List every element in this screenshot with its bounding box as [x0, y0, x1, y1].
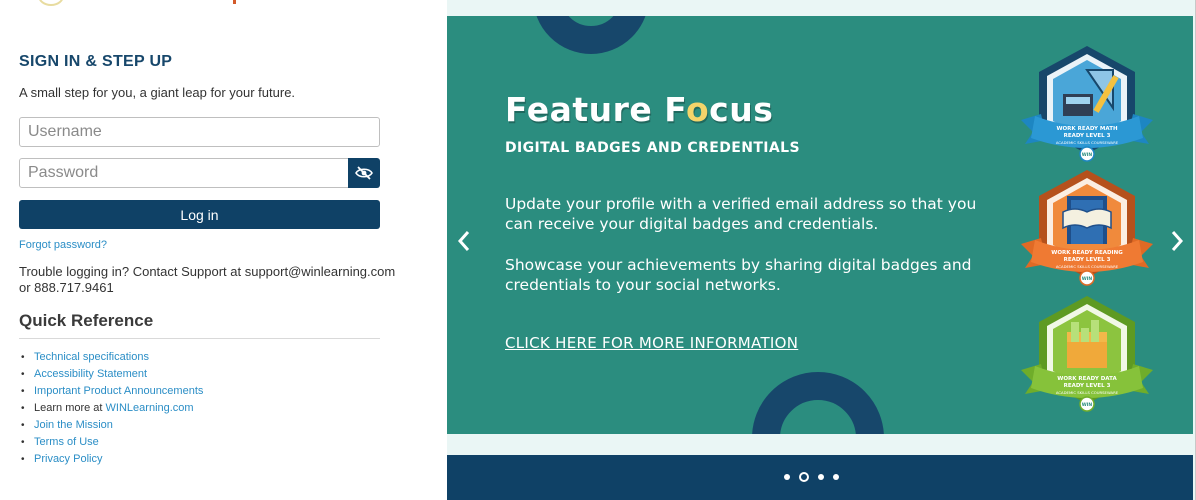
list-item: Important Product Announcements	[21, 383, 203, 400]
carousel-dot-4[interactable]	[833, 474, 839, 480]
svg-text:WIN: WIN	[1082, 402, 1093, 408]
logo-fragment	[38, 0, 64, 6]
carousel-slide: Feature Focus DIGITAL BADGES AND CREDENT…	[447, 16, 1193, 434]
show-password-button[interactable]	[348, 158, 380, 188]
logo-fragment-dot	[233, 0, 236, 4]
book-door-icon	[1062, 196, 1112, 244]
reading-badge: WORK READY READING READY LEVEL 3 ACADEMI…	[1021, 170, 1153, 286]
svg-text:WORK READY MATH: WORK READY MATH	[1056, 126, 1118, 132]
support-contact-text: Trouble logging in? Contact Support at s…	[19, 264, 396, 295]
sign-in-title: SIGN IN & STEP UP	[19, 53, 173, 70]
terms-of-use-link[interactable]: Terms of Use	[34, 436, 99, 448]
password-input[interactable]	[20, 159, 348, 187]
math-badge: WORK READY MATH READY LEVEL 3 ACADEMIC S…	[1021, 46, 1153, 162]
sign-in-panel: SIGN IN & STEP UP A small step for you, …	[0, 0, 447, 500]
list-item: Privacy Policy	[21, 451, 203, 468]
accessibility-statement-link[interactable]: Accessibility Statement	[34, 368, 147, 380]
quick-reference-list: Technical specifications Accessibility S…	[21, 349, 203, 468]
more-information-link[interactable]: CLICK HERE FOR MORE INFORMATION	[505, 334, 798, 352]
decorative-arc	[752, 372, 884, 434]
svg-text:ACADEMIC SKILLS COURSEWARE: ACADEMIC SKILLS COURSEWARE	[1056, 264, 1119, 269]
technical-specifications-link[interactable]: Technical specifications	[34, 351, 149, 363]
list-item: Terms of Use	[21, 434, 203, 451]
slide-paragraph: Showcase your achievements by sharing di…	[505, 256, 972, 294]
next-slide-button[interactable]	[1164, 226, 1190, 256]
product-announcements-link[interactable]: Important Product Announcements	[34, 385, 203, 397]
slide-subtitle: DIGITAL BADGES AND CREDENTIALS	[505, 140, 800, 156]
winlearning-link[interactable]: WINLearning.com	[106, 402, 194, 414]
svg-text:READY LEVEL 3: READY LEVEL 3	[1064, 133, 1111, 139]
list-item: Accessibility Statement	[21, 366, 203, 383]
privacy-policy-link[interactable]: Privacy Policy	[34, 453, 102, 465]
forgot-password-link[interactable]: Forgot password?	[19, 239, 107, 251]
slide-paragraph: Update your profile with a verified emai…	[505, 195, 977, 233]
list-item: Learn more at WINLearning.com	[21, 400, 203, 417]
username-input[interactable]	[20, 118, 379, 146]
feature-carousel: Feature Focus DIGITAL BADGES AND CREDENT…	[447, 0, 1195, 500]
previous-slide-button[interactable]	[451, 226, 477, 256]
carousel-dot-1[interactable]	[784, 474, 790, 480]
eye-slash-icon	[355, 166, 373, 180]
learn-more-text: Learn more at	[34, 402, 106, 414]
password-field[interactable]	[19, 158, 349, 188]
list-item: Technical specifications	[21, 349, 203, 366]
chevron-right-icon	[1171, 231, 1184, 251]
quick-reference-title: Quick Reference	[19, 311, 154, 330]
carousel-indicators	[784, 472, 839, 482]
chevron-left-icon	[457, 231, 470, 251]
username-field[interactable]	[19, 117, 380, 147]
svg-text:WIN: WIN	[1082, 276, 1093, 282]
join-the-mission-link[interactable]: Join the Mission	[34, 419, 113, 431]
quick-reference-divider	[19, 338, 380, 339]
svg-text:ACADEMIC SKILLS COURSEWARE: ACADEMIC SKILLS COURSEWARE	[1056, 140, 1119, 145]
carousel-dot-2[interactable]	[799, 472, 809, 482]
svg-text:WIN: WIN	[1082, 152, 1093, 158]
carousel-dot-3[interactable]	[818, 474, 824, 480]
data-badge: WORK READY DATA READY LEVEL 3 ACADEMIC S…	[1021, 296, 1153, 412]
svg-text:READY LEVEL 3: READY LEVEL 3	[1064, 257, 1111, 263]
slide-title: Feature Focus	[505, 90, 774, 129]
login-button[interactable]: Log in	[19, 200, 380, 229]
svg-text:WORK READY READING: WORK READY READING	[1051, 250, 1123, 256]
svg-text:WORK READY DATA: WORK READY DATA	[1057, 376, 1117, 382]
list-item: Join the Mission	[21, 417, 203, 434]
decorative-arc	[533, 16, 649, 54]
svg-text:READY LEVEL 3: READY LEVEL 3	[1064, 383, 1111, 389]
svg-text:ACADEMIC SKILLS COURSEWARE: ACADEMIC SKILLS COURSEWARE	[1056, 390, 1119, 395]
sign-in-tagline: A small step for you, a giant leap for y…	[19, 85, 296, 100]
